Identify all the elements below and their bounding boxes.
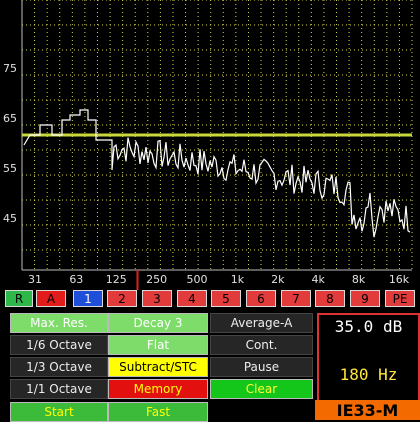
brand-logo: IE33-M (315, 400, 420, 420)
max-res-button[interactable]: Max. Res. (10, 313, 108, 333)
channel-button-6[interactable]: 6 (246, 290, 276, 307)
x-tick-label: 63 (69, 273, 83, 286)
x-tick-label: 250 (146, 273, 167, 286)
y-tick-label: 55 (3, 162, 17, 175)
x-tick-label: 2k (271, 273, 285, 286)
memory-button[interactable]: Memory (108, 379, 208, 399)
octave-1-1-button[interactable]: 1/1 Octave (10, 379, 108, 399)
x-tick-label: 500 (187, 273, 208, 286)
x-tick-label: 125 (106, 273, 127, 286)
x-tick-label: 4k (312, 273, 326, 286)
channel-button-3[interactable]: 3 (142, 290, 172, 307)
channel-button-1[interactable]: 1 (73, 290, 103, 307)
x-tick-label: 8k (352, 273, 366, 286)
fast-button[interactable]: Fast (108, 402, 208, 422)
y-tick-label: 75 (3, 62, 17, 75)
channel-button-5[interactable]: 5 (211, 290, 241, 307)
channel-button-2[interactable]: 2 (107, 290, 137, 307)
channel-button-9[interactable]: 9 (350, 290, 380, 307)
channel-button-7[interactable]: 7 (281, 290, 311, 307)
channel-button-8[interactable]: 8 (315, 290, 345, 307)
x-tick-label: 16k (389, 273, 410, 286)
analyzer-screen: 75 65 55 45 31 63 125 250 500 1k 2k 4k 8k 16k RA12345… (0, 0, 420, 422)
decay-button[interactable]: Decay 3 (108, 313, 208, 333)
octave-1-3-button[interactable]: 1/3 Octave (10, 357, 108, 377)
channel-button-pe[interactable]: PE (385, 290, 415, 307)
y-tick-label: 45 (3, 212, 17, 225)
channel-button-r[interactable]: R (5, 290, 33, 307)
x-tick-label: 1k (231, 273, 245, 286)
pause-button[interactable]: Pause (210, 357, 313, 377)
subtract-stc-button[interactable]: Subtract/STC (108, 357, 208, 377)
channel-button-4[interactable]: 4 (177, 290, 207, 307)
y-tick-label: 65 (3, 112, 17, 125)
clear-button[interactable]: Clear (210, 379, 313, 399)
level-readout: 35.0 dB (334, 317, 403, 336)
spectrum-plot: 75 65 55 45 31 63 125 250 500 1k 2k 4k 8k 16k (3, 0, 413, 290)
start-button[interactable]: Start (10, 402, 108, 422)
cont-button[interactable]: Cont. (210, 335, 313, 355)
average-button[interactable]: Average-A (210, 313, 313, 333)
x-tick-label: 31 (28, 273, 42, 286)
flat-button[interactable]: Flat (108, 335, 208, 355)
frequency-readout: 180 Hz (339, 365, 398, 384)
octave-1-6-button[interactable]: 1/6 Octave (10, 335, 108, 355)
channel-button-a[interactable]: A (36, 290, 66, 307)
spectrum-trace (23, 109, 411, 238)
